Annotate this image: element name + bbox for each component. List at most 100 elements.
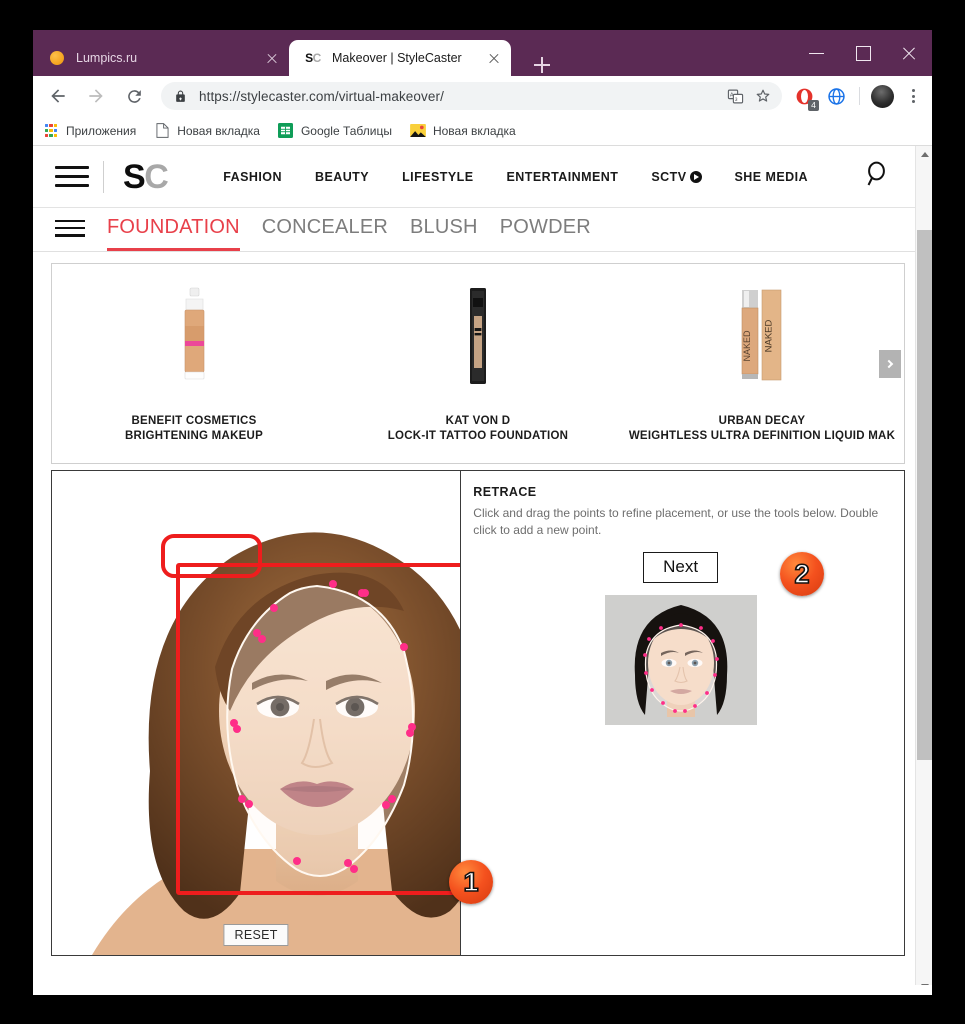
nav-item-sctv[interactable]: SCTV (651, 169, 702, 184)
product-brand: BENEFIT COSMETICS (131, 415, 257, 427)
browser-titlebar: Lumpics.ru SC Makeover | StyleCaster (33, 30, 932, 76)
tab-title: Makeover | StyleCaster (332, 51, 462, 65)
product-title: LOCK-IT TATTOO FOUNDATION (387, 429, 569, 442)
site-header: SC FASHION BEAUTY LIFESTYLE ENTERTAINMEN… (33, 146, 915, 208)
next-button-row: Next (473, 552, 888, 584)
nav-item-fashion[interactable]: FASHION (223, 170, 282, 184)
site-logo[interactable]: SC (123, 157, 169, 196)
annotation-badge-2: 2 (780, 552, 824, 596)
annotation-badge-1: 1 (449, 860, 493, 904)
logo-letter-c: C (144, 157, 169, 196)
tab-title: Lumpics.ru (76, 51, 138, 65)
photos-icon (410, 123, 426, 139)
product-name-urbandecay: URBAN DECAY WEIGHTLESS ULTRA DEFINITION … (629, 414, 895, 443)
play-icon (689, 170, 702, 183)
svg-text:NAKED: NAKED (742, 330, 752, 362)
product-category-tabs: FOUNDATION CONCEALER BLUSH POWDER (33, 208, 915, 252)
nav-label: ENTERTAINMENT (506, 169, 619, 184)
svg-text:NAKED: NAKED (764, 319, 775, 352)
browser-tab-makeover[interactable]: SC Makeover | StyleCaster (289, 40, 511, 76)
bookmark-label: Новая вкладка (432, 123, 516, 138)
close-window-button[interactable] (886, 30, 932, 76)
star-icon[interactable] (750, 83, 776, 109)
document-icon (154, 123, 170, 139)
chevron-right-icon (884, 359, 894, 368)
browser-toolbar: https://stylecaster.com/virtual-makeover… (33, 76, 932, 116)
sheets-icon (278, 123, 294, 139)
tab-strip: Lumpics.ru SC Makeover | StyleCaster (33, 40, 511, 76)
opera-extension-icon[interactable]: 4 (790, 82, 819, 111)
product-brand: KAT VON D (445, 415, 511, 427)
tab-foundation[interactable]: FOUNDATION (107, 216, 240, 251)
logo-divider (103, 160, 104, 193)
tab-concealer[interactable]: CONCEALER (262, 216, 388, 251)
nav-item-beauty[interactable]: BEAUTY (315, 170, 369, 184)
tools-panel: RETRACE Click and drag the points to ref… (461, 471, 904, 955)
product-name-katvond: KAT VON D LOCK-IT TATTOO FOUNDATION (388, 414, 568, 443)
bookmark-new-tab-1[interactable]: Новая вкладка (154, 123, 260, 139)
tools-description: Click and drag the points to refine plac… (473, 506, 879, 538)
lock-icon (174, 90, 187, 103)
close-icon[interactable] (483, 47, 505, 69)
bookmark-label: Google Таблицы (300, 123, 392, 138)
globe-extension-icon[interactable] (822, 82, 850, 110)
tab-powder[interactable]: POWDER (500, 216, 591, 251)
search-icon[interactable] (861, 159, 891, 194)
browser-window: Lumpics.ru SC Makeover | StyleCaster htt… (33, 30, 932, 995)
kebab-menu-icon[interactable] (900, 83, 926, 109)
nav-item-entertainment[interactable]: ENTERTAINMENT (506, 170, 618, 184)
url-text: https://stylecaster.com/virtual-makeover… (199, 88, 444, 104)
forward-arrow-icon[interactable] (80, 80, 112, 112)
product-name-benefit: BENEFIT COSMETICS BRIGHTENING MAKEUP (125, 414, 263, 443)
new-tab-button[interactable] (529, 52, 555, 78)
toolbar-divider (859, 87, 860, 105)
product-title: BRIGHTENING MAKEUP (124, 429, 264, 442)
window-bottom-strip (33, 985, 932, 995)
back-arrow-icon[interactable] (42, 80, 74, 112)
nav-item-she-media[interactable]: SHE MEDIA (735, 170, 809, 184)
tools-title: RETRACE (473, 485, 537, 499)
avatar[interactable] (871, 84, 894, 108)
face-canvas[interactable]: RESET (52, 471, 462, 955)
minimize-button[interactable] (794, 30, 840, 76)
nav-label: SHE MEDIA (734, 169, 809, 184)
product-card-benefit[interactable]: BENEFIT COSMETICS BRIGHTENING MAKEUP (52, 286, 336, 463)
face-thumbnail[interactable] (604, 595, 757, 726)
nav-label: SCTV (651, 169, 687, 184)
orange-circle-icon (49, 50, 65, 66)
svg-text:з: з (734, 97, 737, 103)
svg-text:A: A (729, 92, 733, 98)
hamburger-icon[interactable] (55, 160, 89, 193)
browser-tab-lumpics[interactable]: Lumpics.ru (33, 40, 289, 76)
product-image-urbandecay: NAKED NAKED (734, 286, 790, 386)
bookmark-apps[interactable]: Приложения (43, 123, 136, 139)
product-brand: URBAN DECAY (718, 415, 806, 427)
bookmark-google-sheets[interactable]: Google Таблицы (278, 123, 392, 139)
hamburger-icon[interactable] (55, 215, 85, 241)
address-bar[interactable]: https://stylecaster.com/virtual-makeover… (161, 82, 782, 110)
scrollbar-thumb[interactable] (917, 230, 932, 760)
bookmark-label: Новая вкладка (177, 123, 260, 138)
product-image-katvond (462, 286, 494, 386)
reset-button[interactable]: RESET (223, 924, 289, 946)
bookmark-new-tab-2[interactable]: Новая вкладка (410, 123, 516, 139)
next-button[interactable]: Next (643, 552, 719, 584)
nav-label: BEAUTY (314, 169, 370, 184)
nav-item-lifestyle[interactable]: LIFESTYLE (402, 170, 473, 184)
page-viewport: SC FASHION BEAUTY LIFESTYLE ENTERTAINMEN… (33, 146, 932, 995)
page-scrollbar[interactable] (915, 146, 932, 995)
carousel-next-button[interactable] (879, 349, 901, 378)
bookmark-label: Приложения (66, 123, 137, 138)
tab-blush[interactable]: BLUSH (410, 216, 478, 251)
reload-icon[interactable] (118, 80, 150, 112)
maximize-button[interactable] (840, 30, 886, 76)
product-card-urbandecay[interactable]: NAKED NAKED URBAN DECAY WEIGHTLESS ULTRA… (620, 286, 904, 463)
scroll-up-arrow-icon[interactable] (916, 146, 932, 163)
translate-icon[interactable]: зA (722, 83, 748, 109)
window-controls (794, 30, 932, 76)
close-icon[interactable] (261, 47, 283, 69)
product-title: WEIGHTLESS ULTRA DEFINITION LIQUID MAK (628, 429, 896, 442)
apps-grid-icon (43, 123, 59, 139)
extension-badge-count: 4 (808, 100, 819, 111)
product-card-katvond[interactable]: KAT VON D LOCK-IT TATTOO FOUNDATION (336, 286, 620, 463)
